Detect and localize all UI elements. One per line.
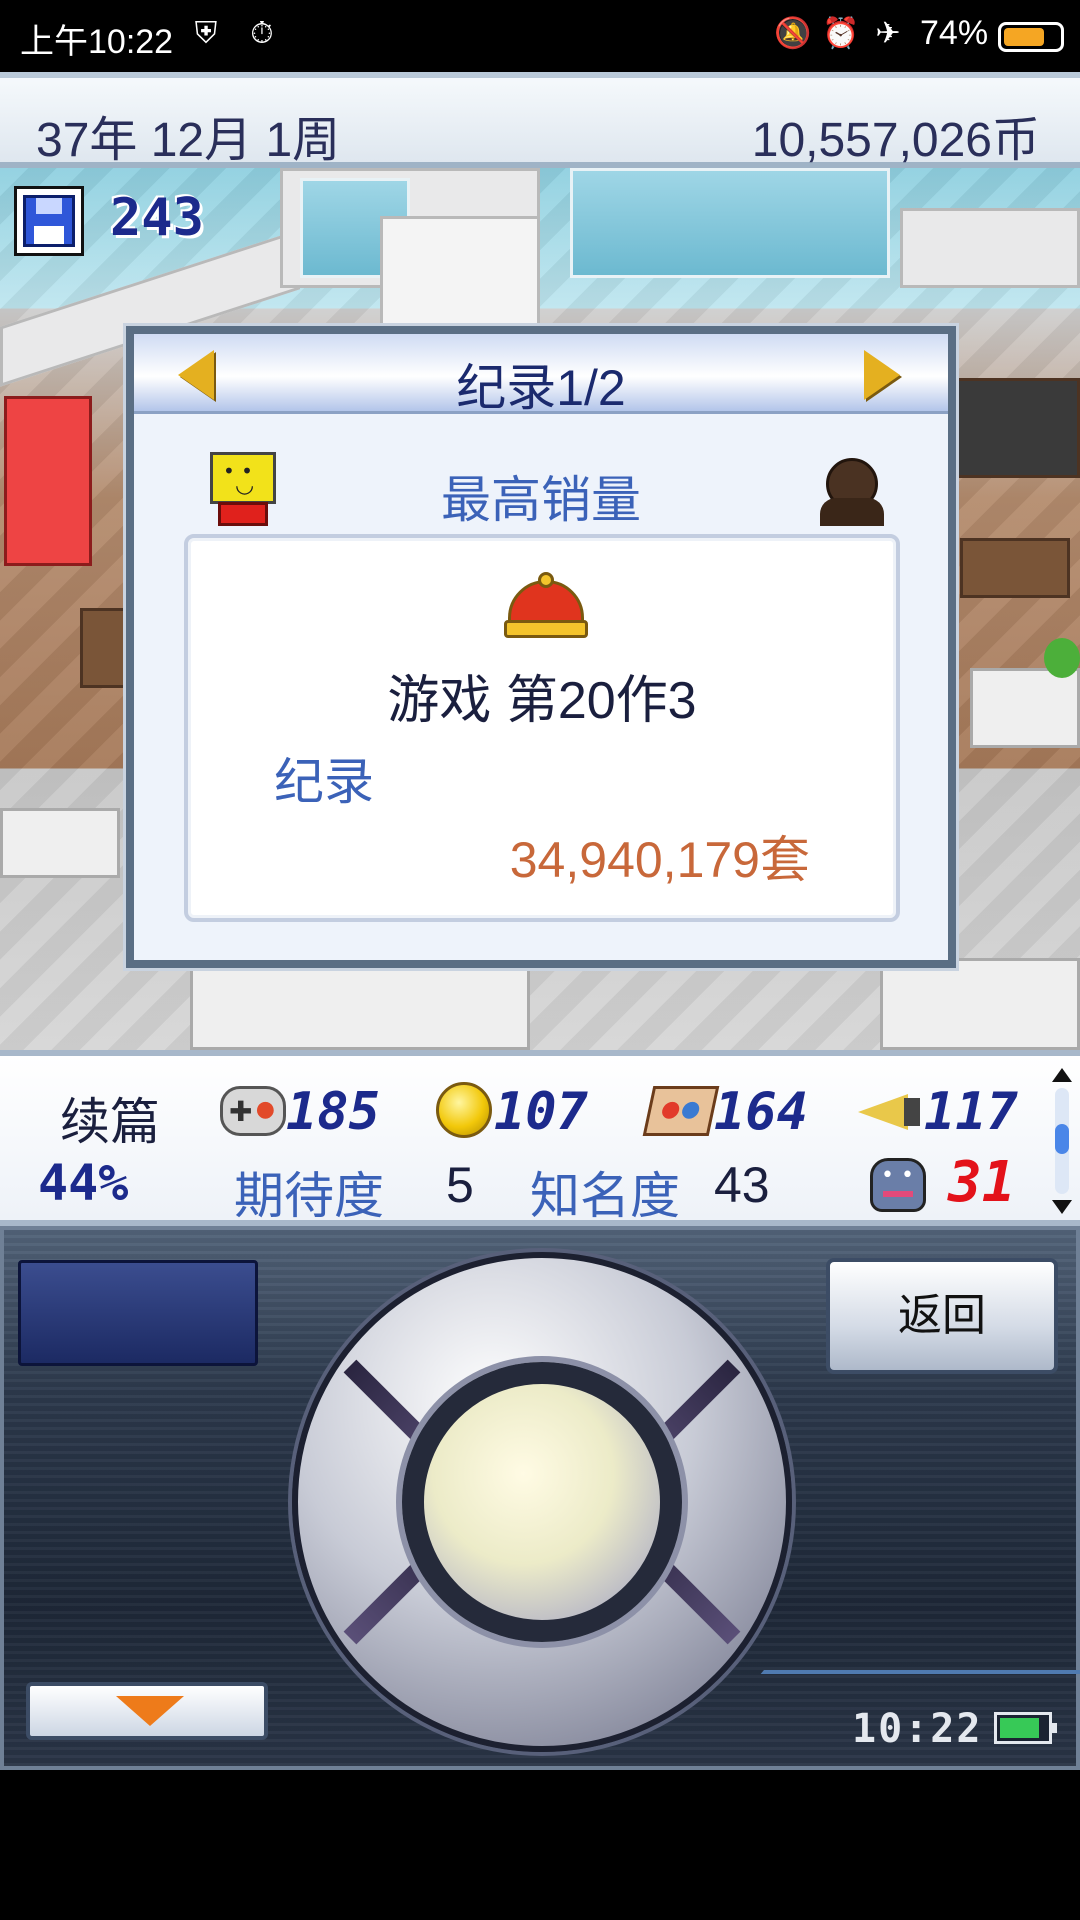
graphics-value: 164: [714, 1082, 808, 1142]
alarm-icon: ⏰: [822, 16, 860, 51]
crown-icon: [504, 572, 588, 638]
game-stats-panel: 续篇 44% 185 107 164 117 期待度 5 知名度 43 31: [0, 1050, 1080, 1226]
development-progress: 44%: [38, 1154, 129, 1212]
office-desk: [960, 538, 1070, 598]
game-clock: 10:22: [852, 1706, 983, 1752]
expectation-value: 5: [446, 1157, 474, 1213]
vending-machine: [4, 396, 92, 566]
gamepad-icon: [220, 1086, 286, 1136]
lightbulb-icon: [436, 1082, 492, 1138]
record-label: 纪录: [274, 754, 374, 810]
whiteboard: [380, 216, 540, 326]
office-window: [570, 168, 890, 278]
game-battery-icon: [994, 1712, 1057, 1744]
game-info-bar: 37年 12月 1周 10,557,026币: [0, 72, 1080, 168]
menu-button[interactable]: [18, 1260, 258, 1366]
fun-value: 185: [286, 1082, 380, 1142]
save-button[interactable]: [14, 186, 84, 256]
expectation-label: 期待度: [234, 1168, 384, 1224]
status-time: 上午10:22: [20, 23, 174, 61]
battery-percent: 74%: [920, 14, 989, 52]
record-box: 游戏 第20作3 纪录 34,940,179套: [184, 534, 900, 922]
money-display: 10,557,026币: [751, 114, 1040, 167]
bug-icon: [870, 1158, 926, 1212]
record-value: 34,940,179套: [509, 832, 810, 888]
floppy-disk-icon: [23, 195, 75, 247]
battery-icon: [998, 22, 1064, 52]
monkey-mascot-icon: [820, 452, 886, 526]
fame-value: 43: [714, 1157, 770, 1213]
sound-value: 117: [924, 1082, 1018, 1142]
office-shelf: [970, 668, 1080, 748]
status-bar: 上午10:22 ⛨ ⏱ 🔕 ⏰ ✈ 74%: [0, 0, 1080, 72]
mute-icon: 🔕: [774, 16, 812, 51]
scroll-thumb[interactable]: [1055, 1124, 1069, 1154]
fame-label: 知名度: [530, 1168, 680, 1224]
bookshelf: [950, 378, 1080, 478]
airplane-icon: ✈: [875, 16, 901, 51]
game-date: 37年 12月 1周: [36, 114, 341, 167]
dialog-title: 纪录1/2: [456, 360, 626, 416]
plant: [1044, 638, 1080, 678]
bug-count: 31: [948, 1150, 1016, 1215]
genre-label: 续篇: [60, 1094, 160, 1150]
office-counter: [190, 968, 530, 1050]
back-button[interactable]: 返回: [826, 1258, 1058, 1374]
trumpet-icon: [858, 1086, 924, 1136]
palette-icon: [642, 1086, 720, 1136]
stats-scrollbar[interactable]: [1050, 1068, 1074, 1214]
controller-panel: 返回 10:22: [0, 1226, 1080, 1770]
research-points: 243: [110, 188, 204, 248]
office-shelf: [880, 958, 1080, 1050]
shield-lightning-icon: ⛨: [194, 16, 218, 51]
creativity-value: 107: [494, 1082, 588, 1142]
dpad[interactable]: [292, 1252, 792, 1752]
next-arrow-button[interactable]: [860, 350, 900, 400]
stopwatch-icon: ⏱: [250, 16, 274, 51]
office-shelf: [0, 808, 120, 878]
battery-fill: [1004, 28, 1044, 46]
dialog-header: 纪录1/2: [134, 334, 948, 416]
nav-area: [0, 1770, 1080, 1920]
game-battery-fill: [1000, 1718, 1040, 1738]
confirm-button[interactable]: [402, 1362, 682, 1642]
game-title: 游戏 第20作3: [387, 672, 697, 730]
down-arrow-icon: [116, 1696, 184, 1726]
scroll-up-icon[interactable]: [1052, 1068, 1072, 1082]
expand-down-button[interactable]: [26, 1682, 268, 1740]
record-dialog: 纪录1/2 最高销量 游戏 第20作3 纪录 34,940,179套: [126, 326, 956, 968]
office-wall: [900, 208, 1080, 288]
scroll-down-icon[interactable]: [1052, 1200, 1072, 1214]
